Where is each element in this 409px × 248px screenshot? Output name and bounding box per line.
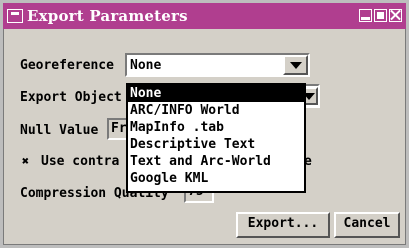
dropdown-option-google-kml[interactable]: Google KML (128, 170, 304, 187)
georeference-select[interactable]: None (125, 53, 310, 77)
contrast-label: Use contra (41, 154, 120, 169)
cancel-button[interactable]: Cancel (334, 212, 400, 238)
export-objects-label: Export Object (20, 90, 122, 105)
contrast-checkbox[interactable]: ✖ (20, 155, 31, 167)
dropdown-option-none[interactable]: None (128, 85, 304, 102)
title-bar[interactable]: Export Parameters (3, 3, 406, 29)
chevron-down-icon (289, 61, 302, 69)
dropdown-option-text-and-arc-world[interactable]: Text and Arc-World (128, 153, 304, 170)
export-button[interactable]: Export... (236, 212, 330, 238)
maximize-icon[interactable] (374, 9, 387, 22)
null-value-label: Null Value (20, 123, 99, 138)
georeference-label: Georeference (20, 58, 114, 73)
dropdown-option-descriptive-text[interactable]: Descriptive Text (128, 136, 304, 153)
minimize-icon[interactable] (359, 9, 372, 22)
system-menu-icon[interactable] (7, 9, 23, 23)
export-parameters-window: Export Parameters Georeference None Expo… (0, 0, 409, 248)
dropdown-option-arc-info-world[interactable]: ARC/INFO World (128, 102, 304, 119)
georeference-dropdown-list: None ARC/INFO World MapInfo .tab Descrip… (126, 83, 306, 193)
close-icon[interactable] (389, 9, 402, 22)
georeference-dropdown-button[interactable] (283, 55, 308, 75)
window-title: Export Parameters (27, 7, 188, 25)
dropdown-option-mapinfo-tab[interactable]: MapInfo .tab (128, 119, 304, 136)
georeference-value: None (130, 58, 162, 73)
null-value-text: Fr (111, 121, 127, 136)
